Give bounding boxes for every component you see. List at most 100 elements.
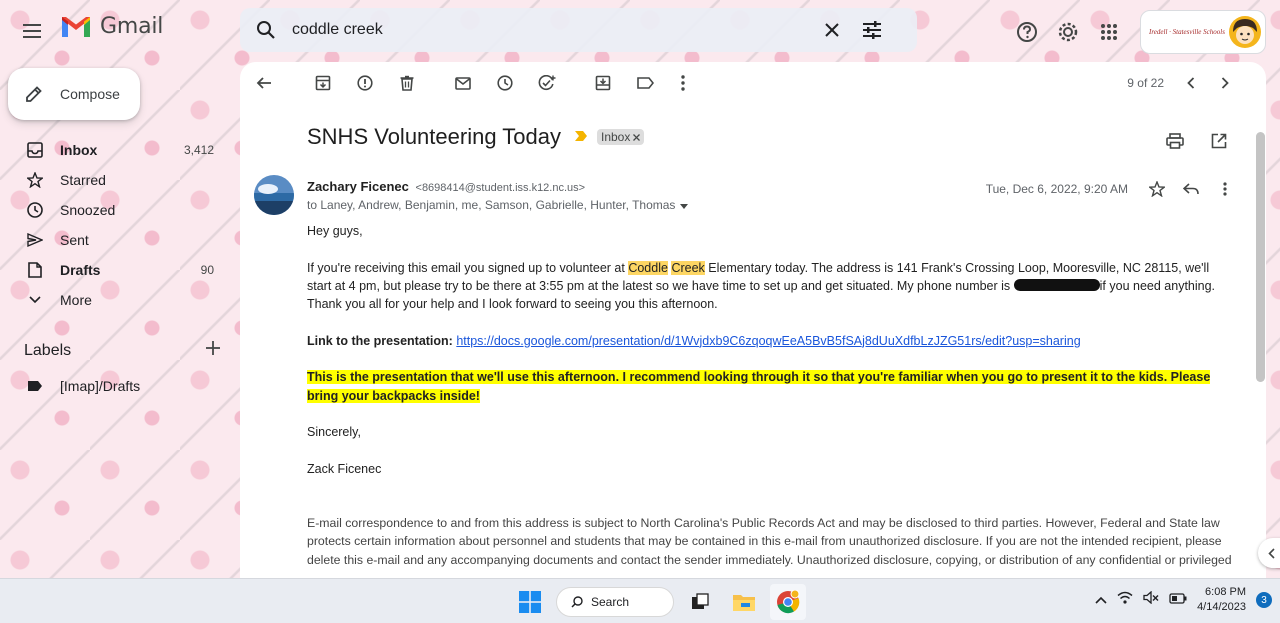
plus-icon xyxy=(206,341,220,355)
caret-down-icon xyxy=(680,204,689,209)
clock-icon xyxy=(26,201,44,219)
sender-avatar[interactable] xyxy=(254,175,294,215)
remove-label-button[interactable] xyxy=(633,130,641,144)
star-icon xyxy=(1149,181,1165,197)
label-chip-inbox: Inbox xyxy=(596,129,645,145)
email-subject: SNHS Volunteering Today xyxy=(307,124,561,149)
email-paragraph: If you're receiving this email you signe… xyxy=(307,259,1232,314)
mail-icon xyxy=(455,76,471,90)
sidebar-item-sent[interactable]: Sent xyxy=(0,225,228,255)
labels-button[interactable] xyxy=(628,66,662,100)
gear-icon xyxy=(1058,22,1078,42)
recipients: to Laney, Andrew, Benjamin, me, Samson, … xyxy=(307,198,689,212)
search-match: Creek xyxy=(671,260,705,275)
sender-email: <8698414@student.iss.k12.nc.us> xyxy=(415,182,586,194)
avatar[interactable] xyxy=(1229,16,1261,48)
send-icon xyxy=(26,231,44,249)
sender-name[interactable]: Zachary Ficenec xyxy=(307,179,409,194)
clock-date: 4/14/2023 xyxy=(1197,601,1246,613)
task-view-button[interactable] xyxy=(682,584,718,620)
search-button[interactable] xyxy=(240,20,292,40)
open-in-new-window-button[interactable] xyxy=(1202,124,1236,158)
sender-photo-icon xyxy=(254,175,294,215)
taskbar-search[interactable]: Search xyxy=(556,587,674,617)
label-icon xyxy=(26,377,44,395)
chrome-button[interactable] xyxy=(770,584,806,620)
clear-search-button[interactable] xyxy=(812,10,852,50)
subject-row: SNHS Volunteering Today Inbox xyxy=(307,124,645,150)
support-button[interactable] xyxy=(1007,12,1047,52)
system-tray: 6:08 PM 4/14/2023 3 xyxy=(1095,585,1272,615)
settings-button[interactable] xyxy=(1048,12,1088,52)
chip-label: Inbox xyxy=(600,130,631,144)
delete-button[interactable] xyxy=(390,66,424,100)
move-to-button[interactable] xyxy=(586,66,620,100)
account-switcher[interactable]: Iredell · Statesville Schools xyxy=(1140,10,1266,54)
move-to-inbox-icon xyxy=(595,75,611,91)
sidebar-item-imap-drafts[interactable]: [Imap]/Drafts xyxy=(0,371,228,401)
more-actions-button[interactable] xyxy=(666,66,700,100)
create-label-button[interactable] xyxy=(206,341,220,360)
archive-button[interactable] xyxy=(306,66,340,100)
sidebar-item-drafts[interactable]: Drafts 90 xyxy=(0,255,228,285)
search-input[interactable] xyxy=(292,21,812,39)
sidebar-item-label: [Imap]/Drafts xyxy=(60,378,141,394)
snooze-button[interactable] xyxy=(488,66,522,100)
message-more-button[interactable] xyxy=(1208,172,1242,206)
email-greeting: Hey guys, xyxy=(307,224,363,238)
label-outline-icon xyxy=(636,77,654,89)
start-button[interactable] xyxy=(512,584,548,620)
print-button[interactable] xyxy=(1158,124,1192,158)
task-view-icon xyxy=(692,593,709,609)
sidebar-item-more[interactable]: More xyxy=(0,285,228,315)
star-button[interactable] xyxy=(1140,172,1174,206)
sidebar-item-label: Inbox xyxy=(60,142,98,158)
add-task-button[interactable] xyxy=(530,66,564,100)
reply-button[interactable] xyxy=(1174,172,1208,206)
show-hidden-icons-button[interactable] xyxy=(1095,591,1107,609)
close-icon xyxy=(633,134,641,141)
report-spam-button[interactable] xyxy=(348,66,382,100)
show-details-button[interactable] xyxy=(680,198,689,212)
gmail-app: Gmail coddle creek Iredell · Statesville… xyxy=(0,0,1280,578)
scrollbar[interactable] xyxy=(1254,104,1266,578)
system-clock[interactable]: 6:08 PM 4/14/2023 xyxy=(1197,585,1246,615)
print-icon xyxy=(1166,133,1184,149)
notification-badge[interactable]: 3 xyxy=(1256,592,1272,608)
labels-header: Labels xyxy=(24,341,220,360)
newer-button[interactable] xyxy=(1174,66,1208,100)
subject-actions xyxy=(1158,124,1236,158)
mark-unread-button[interactable] xyxy=(446,66,480,100)
chevron-right-icon xyxy=(1221,77,1229,89)
volume-button[interactable] xyxy=(1143,590,1159,609)
side-panel-toggle[interactable] xyxy=(1258,538,1280,568)
gmail-logo[interactable]: Gmail xyxy=(60,14,163,39)
main-menu-button[interactable] xyxy=(14,12,52,50)
compose-button[interactable]: Compose xyxy=(8,68,140,120)
header-actions: Iredell · Statesville Schools xyxy=(1007,10,1280,54)
sidebar-item-count: 90 xyxy=(200,263,214,277)
windows-taskbar: Search 6:08 PM 4/14/2023 3 xyxy=(0,578,1280,623)
importance-marker[interactable] xyxy=(574,128,587,146)
email-body: Hey guys, If you're receiving this email… xyxy=(307,222,1232,496)
scroll-thumb[interactable] xyxy=(1256,132,1265,382)
star-icon xyxy=(26,171,44,189)
presentation-link[interactable]: https://docs.google.com/presentation/d/1… xyxy=(456,334,1080,348)
sidebar-item-starred[interactable]: Starred xyxy=(0,165,228,195)
taskbar-search-label: Search xyxy=(591,595,630,609)
sidebar-item-snoozed[interactable]: Snoozed xyxy=(0,195,228,225)
labels-title: Labels xyxy=(24,341,72,359)
battery-button[interactable] xyxy=(1169,591,1187,609)
sidebar-item-inbox[interactable]: Inbox 3,412 xyxy=(0,135,228,165)
link-label: Link to the presentation: xyxy=(307,333,453,348)
recipients-text: to Laney, Andrew, Benjamin, me, Samson, … xyxy=(307,198,676,212)
top-bar: Gmail coddle creek Iredell · Statesville… xyxy=(0,0,1280,62)
pager: 9 of 22 xyxy=(1127,66,1242,100)
older-button[interactable] xyxy=(1208,66,1242,100)
apps-button[interactable] xyxy=(1089,12,1129,52)
search-options-button[interactable] xyxy=(852,10,892,50)
wifi-button[interactable] xyxy=(1117,591,1133,609)
back-button[interactable] xyxy=(247,66,281,100)
chevron-left-icon xyxy=(1267,547,1275,559)
file-explorer-button[interactable] xyxy=(726,584,762,620)
